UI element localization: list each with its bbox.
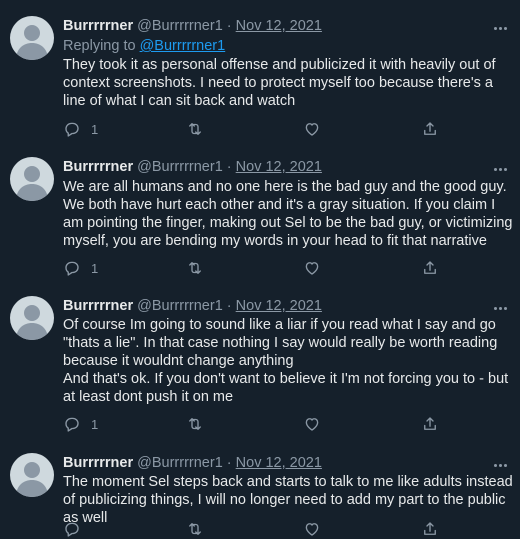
reply-button[interactable]: 1	[63, 414, 98, 434]
share-icon	[424, 122, 436, 135]
share-button[interactable]	[421, 414, 439, 434]
reply-icon	[65, 261, 79, 276]
separator: ·	[226, 455, 232, 471]
reply-button[interactable]: 1	[63, 119, 98, 139]
tweet-header: Burrrrrner @Burrrrrner1 · Nov 12, 2021	[63, 16, 322, 36]
avatar[interactable]	[10, 157, 54, 201]
like-button[interactable]	[303, 258, 321, 278]
retweet-button[interactable]	[186, 519, 204, 539]
default-avatar-icon	[16, 166, 48, 201]
retweet-button[interactable]	[186, 258, 204, 278]
avatar[interactable]	[10, 16, 54, 60]
avatar[interactable]	[10, 453, 54, 497]
retweet-button[interactable]	[186, 414, 204, 434]
more-button[interactable]	[490, 157, 510, 177]
like-icon	[305, 418, 319, 431]
like-button[interactable]	[303, 414, 321, 434]
reply-icon	[65, 417, 79, 432]
tweet-text: They took it as personal offense and pub…	[63, 57, 496, 109]
share-icon	[424, 261, 436, 274]
replying-handle-link[interactable]: @Burrrrrner1	[140, 38, 226, 54]
tweet-date[interactable]: Nov 12, 2021	[236, 159, 322, 175]
tweet[interactable]: Burrrrrner @Burrrrrner1 · Nov 12, 2021 R…	[0, 0, 520, 150]
tweet-date[interactable]: Nov 12, 2021	[236, 455, 322, 471]
tweet-actions: 1	[0, 119, 520, 139]
share-icon	[424, 417, 436, 430]
reply-count: 1	[91, 416, 99, 432]
like-button[interactable]	[303, 119, 321, 139]
retweet-icon	[189, 418, 201, 430]
tweet[interactable]: Burrrrrner @Burrrrrner1 · Nov 12, 2021 W…	[0, 141, 520, 286]
more-button[interactable]	[490, 453, 510, 473]
display-name[interactable]: Burrrrrner	[63, 298, 133, 314]
share-button[interactable]	[421, 119, 439, 139]
reply-icon	[65, 122, 79, 137]
reply-button[interactable]	[63, 519, 91, 539]
user-handle[interactable]: @Burrrrrner1	[137, 18, 223, 34]
like-icon	[305, 123, 319, 136]
retweet-icon	[189, 523, 201, 535]
tweet[interactable]: Burrrrrner @Burrrrrner1 · Nov 12, 2021 O…	[0, 280, 520, 445]
tweet-text: We are all humans and no one here is the…	[63, 179, 513, 249]
more-icon	[493, 297, 508, 315]
retweet-icon	[189, 262, 201, 274]
tweet-text: Of course Im going to sound like a liar …	[63, 317, 509, 405]
default-avatar-icon	[16, 462, 48, 497]
like-icon	[305, 523, 319, 536]
display-name[interactable]: Burrrrrner	[63, 455, 133, 471]
like-button[interactable]	[303, 519, 321, 539]
like-icon	[305, 262, 319, 275]
separator: ·	[226, 298, 232, 314]
more-icon	[493, 17, 508, 35]
tweet-actions	[0, 519, 520, 539]
reply-button[interactable]: 1	[63, 258, 98, 278]
tweet-header: Burrrrrner @Burrrrrner1 · Nov 12, 2021	[63, 296, 322, 316]
avatar[interactable]	[10, 296, 54, 340]
tweet-header: Burrrrrner @Burrrrrner1 · Nov 12, 2021	[63, 157, 322, 177]
share-button[interactable]	[421, 519, 439, 539]
user-handle[interactable]: @Burrrrrner1	[137, 159, 223, 175]
tweet-date[interactable]: Nov 12, 2021	[236, 298, 322, 314]
reply-count: 1	[91, 121, 99, 137]
tweet-actions: 1	[0, 414, 520, 434]
tweet-header: Burrrrrner @Burrrrrner1 · Nov 12, 2021	[63, 453, 322, 473]
share-button[interactable]	[421, 258, 439, 278]
separator: ·	[226, 18, 232, 34]
reply-count: 1	[91, 260, 99, 276]
share-icon	[424, 522, 436, 535]
more-icon	[493, 158, 508, 176]
replying-to: Replying to @Burrrrrner1	[63, 37, 225, 55]
display-name[interactable]: Burrrrrner	[63, 18, 133, 34]
retweet-button[interactable]	[186, 119, 204, 139]
tweet-date[interactable]: Nov 12, 2021	[236, 18, 322, 34]
separator: ·	[226, 159, 232, 175]
more-button[interactable]	[490, 16, 510, 36]
reply-icon	[65, 522, 79, 537]
user-handle[interactable]: @Burrrrrner1	[137, 298, 223, 314]
user-handle[interactable]: @Burrrrrner1	[137, 455, 223, 471]
more-icon	[493, 454, 508, 472]
default-avatar-icon	[16, 305, 48, 340]
more-button[interactable]	[490, 296, 510, 316]
tweet-actions: 1	[0, 258, 520, 278]
display-name[interactable]: Burrrrrner	[63, 159, 133, 175]
retweet-icon	[189, 123, 201, 135]
tweet[interactable]: Burrrrrner @Burrrrrner1 · Nov 12, 2021 T…	[0, 437, 520, 537]
replying-prefix: Replying to	[63, 38, 136, 54]
default-avatar-icon	[16, 25, 48, 60]
